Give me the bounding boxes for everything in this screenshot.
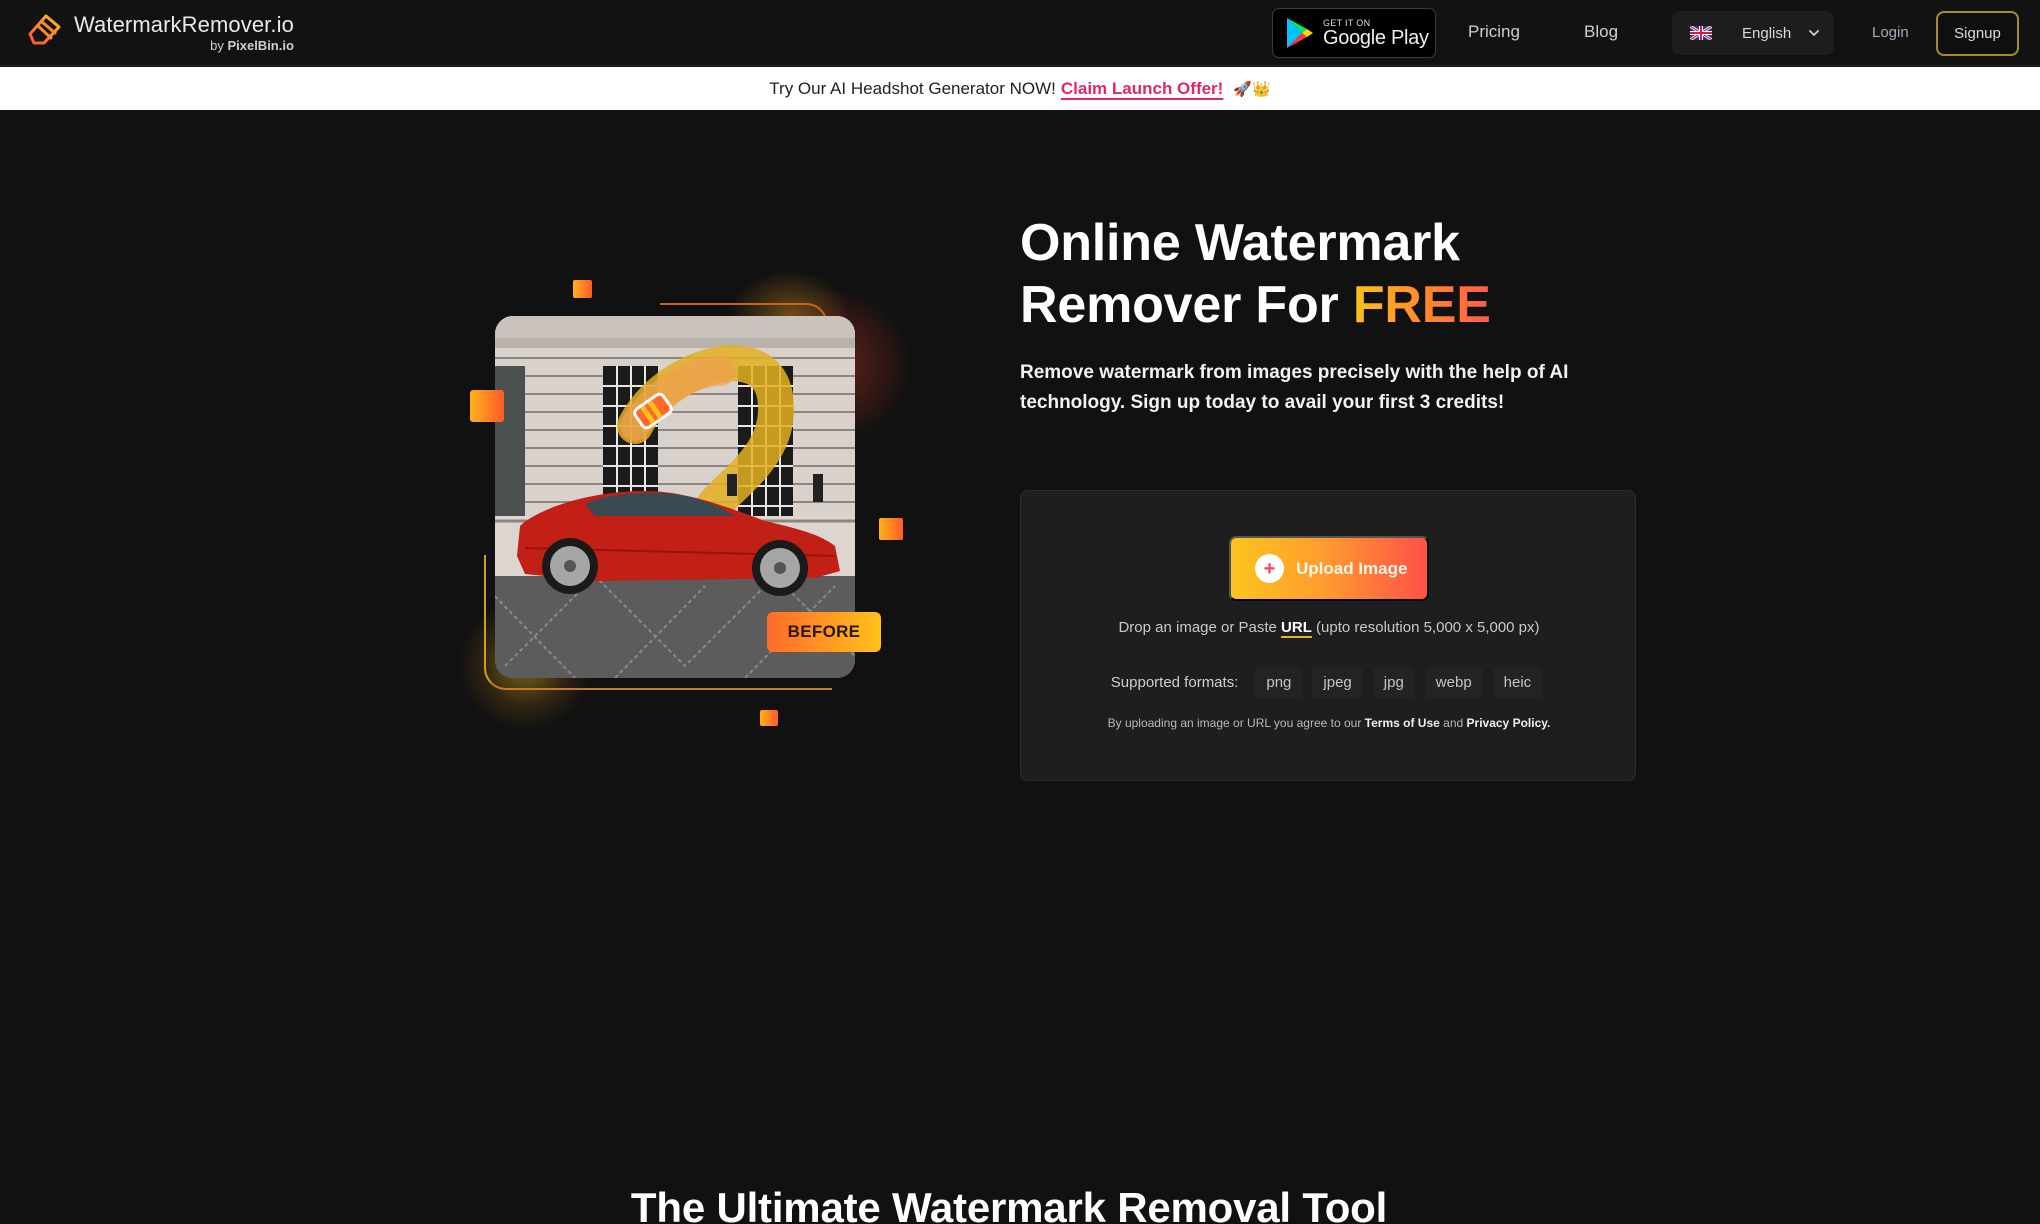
uk-flag-icon [1690, 26, 1712, 40]
terms-of-use-link[interactable]: Terms of Use [1365, 716, 1440, 730]
logo-by-prefix: by [210, 38, 224, 54]
language-label: English [1742, 24, 1792, 42]
drop-prefix: Drop an image or Paste [1118, 619, 1277, 636]
section-title-text: The Ultimate Watermark Removal Tool [630, 1184, 1388, 1224]
drop-suffix: (upto resolution 5,000 x 5,000 px) [1316, 619, 1540, 636]
google-play-button[interactable]: GET IT ON Google Play [1272, 8, 1436, 58]
formats-label: Supported formats: [1110, 674, 1239, 691]
hero-title: Online Watermark Remover For FREE [1020, 212, 1640, 336]
logo-by-brand: PixelBin.io [227, 38, 294, 54]
decor-square [470, 390, 504, 422]
paste-url-link[interactable]: URL [1281, 619, 1312, 636]
nav-pricing-link[interactable]: Pricing [1468, 22, 1520, 42]
before-badge: BEFORE [767, 612, 881, 652]
decor-square [760, 710, 778, 726]
supported-formats: Supported formats: png jpeg jpg webp hei… [1021, 667, 1637, 698]
rocket-crown-emoji-icon: 🚀👑 [1233, 80, 1271, 98]
legal-notice: By uploading an image or URL you agree t… [1021, 716, 1637, 730]
promo-banner: Try Our AI Headshot Generator NOW! Claim… [0, 67, 2040, 110]
hero-title-line1: Online Watermark [1020, 214, 1460, 272]
logo-name: WatermarkRemover.io [74, 12, 294, 37]
hero-illustration: BEFORE [460, 270, 920, 740]
format-chip-png: png [1255, 667, 1303, 698]
google-play-big-text: Google Play [1323, 26, 1429, 49]
nav-blog-link[interactable]: Blog [1584, 22, 1618, 42]
hero-title-highlight: FREE [1352, 276, 1491, 334]
legal-prefix: By uploading an image or URL you agree t… [1107, 716, 1362, 730]
navbar: WatermarkRemover.io by PixelBin.io GET I… [0, 0, 2040, 66]
format-chip-jpg: jpg [1372, 667, 1415, 698]
login-link[interactable]: Login [1872, 24, 1909, 41]
eraser-logo-icon [26, 14, 61, 46]
legal-and: and [1443, 716, 1464, 730]
drop-instructions: Drop an image or Paste URL (upto resolut… [1021, 619, 1637, 636]
google-play-icon [1287, 18, 1313, 48]
promo-text: Try Our AI Headshot Generator NOW! [769, 78, 1056, 98]
logo-byline: by PixelBin.io [210, 38, 294, 53]
language-selector[interactable]: English [1672, 11, 1834, 55]
section-title: The Ultimate Watermark Removal Tool [0, 1184, 2040, 1224]
upload-image-label: Upload Image [1296, 558, 1408, 578]
chevron-down-icon [1809, 30, 1820, 36]
format-chip-heic: heic [1492, 667, 1543, 698]
signup-button[interactable]: Signup [1936, 11, 2019, 56]
upload-image-button[interactable]: + Upload Image [1229, 536, 1429, 601]
claim-offer-link[interactable]: Claim Launch Offer! [1061, 79, 1223, 99]
plus-icon: + [1255, 554, 1284, 583]
hero-subtitle: Remove watermark from images precisely w… [1020, 362, 1569, 413]
logo[interactable]: WatermarkRemover.io by PixelBin.io [24, 8, 294, 53]
decor-square [879, 518, 903, 540]
hero-title-line2: Remover For [1020, 276, 1339, 334]
format-chip-jpeg: jpeg [1312, 667, 1363, 698]
decor-square [573, 280, 592, 298]
eraser-icon [633, 392, 673, 430]
google-play-small-text: GET IT ON [1323, 17, 1371, 28]
upload-card[interactable]: + Upload Image Drop an image or Paste UR… [1020, 490, 1636, 781]
privacy-policy-link[interactable]: Privacy Policy. [1467, 716, 1551, 730]
format-chip-webp: webp [1424, 667, 1483, 698]
